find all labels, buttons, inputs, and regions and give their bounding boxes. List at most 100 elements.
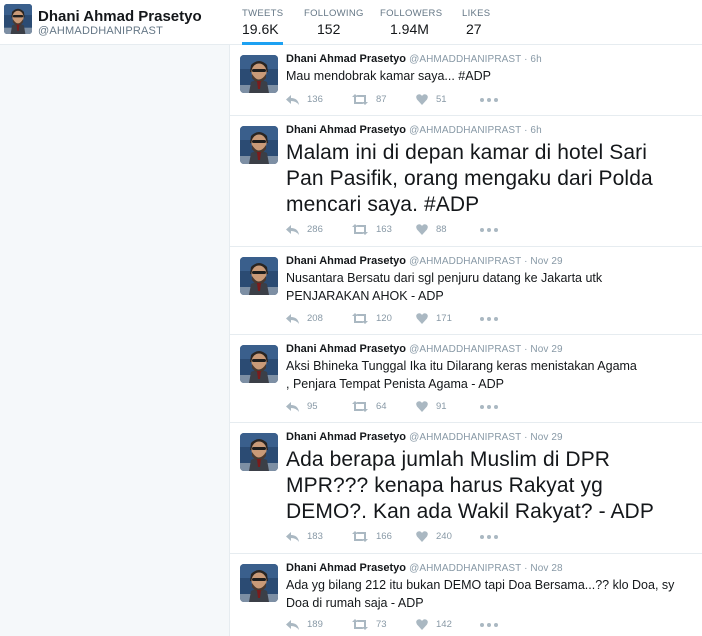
like-count: 142 xyxy=(436,619,452,630)
reply-button[interactable]: 189 xyxy=(286,619,323,630)
retweet-button[interactable]: 87 xyxy=(352,94,387,105)
like-button[interactable]: 171 xyxy=(416,313,452,324)
retweet-button[interactable]: 73 xyxy=(352,619,387,630)
profile-avatar[interactable] xyxy=(4,4,32,34)
stat-followers[interactable]: FOLLOWERS 1.94M xyxy=(380,8,442,37)
reply-count: 208 xyxy=(307,313,323,324)
tweet[interactable]: Dhani Ahmad Prasetyo @AHMADDHANIPRAST · … xyxy=(230,554,702,636)
heart-icon xyxy=(416,531,428,542)
like-button[interactable]: 91 xyxy=(416,401,447,412)
tweet-header: Dhani Ahmad Prasetyo @AHMADDHANIPRAST · … xyxy=(286,255,563,267)
tweet-author-name[interactable]: Dhani Ahmad Prasetyo xyxy=(286,124,406,136)
reply-icon xyxy=(286,401,299,412)
tweet-avatar[interactable] xyxy=(240,55,278,93)
more-options-icon[interactable] xyxy=(480,317,498,321)
stat-followers-value: 1.94M xyxy=(390,21,429,37)
reply-icon xyxy=(286,531,299,542)
like-button[interactable]: 240 xyxy=(416,531,452,542)
like-button[interactable]: 88 xyxy=(416,224,447,235)
more-options-icon[interactable] xyxy=(480,623,498,627)
tweet-author-name[interactable]: Dhani Ahmad Prasetyo xyxy=(286,431,406,443)
heart-icon xyxy=(416,401,428,412)
tweet-header: Dhani Ahmad Prasetyo @AHMADDHANIPRAST · … xyxy=(286,562,563,574)
like-count: 240 xyxy=(436,531,452,542)
heart-icon xyxy=(416,94,428,105)
retweet-button[interactable]: 120 xyxy=(352,313,392,324)
tweet-text: Ada yg bilang 212 itu bukan DEMO tapi Do… xyxy=(286,578,675,610)
retweet-icon xyxy=(352,224,368,235)
stat-following[interactable]: FOLLOWING 152 xyxy=(304,8,364,37)
stat-tweets[interactable]: TWEETS 19.6K xyxy=(242,8,284,45)
reply-count: 183 xyxy=(307,531,323,542)
tweet-meta: @AHMADDHANIPRAST · Nov 29 xyxy=(409,432,563,443)
reply-button[interactable]: 95 xyxy=(286,401,318,412)
tweet[interactable]: Dhani Ahmad Prasetyo @AHMADDHANIPRAST · … xyxy=(230,335,702,423)
tweet-author-name[interactable]: Dhani Ahmad Prasetyo xyxy=(286,255,406,267)
reply-button[interactable]: 183 xyxy=(286,531,323,542)
more-options-icon[interactable] xyxy=(480,535,498,539)
tweet[interactable]: Dhani Ahmad Prasetyo @AHMADDHANIPRAST · … xyxy=(230,116,702,247)
tweet-text: Malam ini di depan kamar di hotel Sari P… xyxy=(286,141,653,216)
tweet[interactable]: Dhani Ahmad Prasetyo @AHMADDHANIPRAST · … xyxy=(230,423,702,554)
retweet-button[interactable]: 163 xyxy=(352,224,392,235)
tweet-meta: @AHMADDHANIPRAST · 6h xyxy=(409,125,542,136)
like-count: 51 xyxy=(436,94,447,105)
retweet-button[interactable]: 166 xyxy=(352,531,392,542)
tweet-header: Dhani Ahmad Prasetyo @AHMADDHANIPRAST · … xyxy=(286,124,542,136)
stat-tweets-value: 19.6K xyxy=(242,21,279,37)
reply-button[interactable]: 208 xyxy=(286,313,323,324)
tweet-meta: @AHMADDHANIPRAST · Nov 29 xyxy=(409,256,563,267)
tweet[interactable]: Dhani Ahmad Prasetyo @AHMADDHANIPRAST · … xyxy=(230,45,702,116)
stat-likes-value: 27 xyxy=(466,21,482,37)
reply-count: 136 xyxy=(307,94,323,105)
tweet-text: Nusantara Bersatu dari sgl penjuru datan… xyxy=(286,271,603,303)
tweet-header: Dhani Ahmad Prasetyo @AHMADDHANIPRAST · … xyxy=(286,53,542,65)
tweet-text: Aksi Bhineka Tunggal Ika itu Dilarang ke… xyxy=(286,359,637,391)
tweet-author-name[interactable]: Dhani Ahmad Prasetyo xyxy=(286,562,406,574)
tweet-author-name[interactable]: Dhani Ahmad Prasetyo xyxy=(286,343,406,355)
retweet-count: 163 xyxy=(376,224,392,235)
reply-icon xyxy=(286,313,299,324)
tweet-meta: @AHMADDHANIPRAST · 6h xyxy=(409,54,542,65)
retweet-icon xyxy=(352,619,368,630)
stat-likes[interactable]: LIKES 27 xyxy=(462,8,490,37)
like-button[interactable]: 51 xyxy=(416,94,447,105)
tweet-avatar[interactable] xyxy=(240,433,278,471)
retweet-icon xyxy=(352,94,368,105)
profile-name[interactable]: Dhani Ahmad Prasetyo xyxy=(38,8,202,25)
tweet-meta: @AHMADDHANIPRAST · Nov 29 xyxy=(409,344,563,355)
tweet-text: Mau mendobrak kamar saya... #ADP xyxy=(286,69,491,83)
profile-handle: @AHMADDHANIPRAST xyxy=(38,25,163,37)
stat-following-label: FOLLOWING xyxy=(304,8,364,19)
retweet-count: 87 xyxy=(376,94,387,105)
tweet-avatar[interactable] xyxy=(240,564,278,602)
heart-icon xyxy=(416,224,428,235)
tweet-avatar[interactable] xyxy=(240,257,278,295)
more-options-icon[interactable] xyxy=(480,228,498,232)
tweet-author-name[interactable]: Dhani Ahmad Prasetyo xyxy=(286,53,406,65)
reply-icon xyxy=(286,94,299,105)
reply-count: 286 xyxy=(307,224,323,235)
reply-icon xyxy=(286,224,299,235)
like-count: 88 xyxy=(436,224,447,235)
reply-count: 95 xyxy=(307,401,318,412)
reply-button[interactable]: 286 xyxy=(286,224,323,235)
reply-count: 189 xyxy=(307,619,323,630)
reply-button[interactable]: 136 xyxy=(286,94,323,105)
retweet-count: 73 xyxy=(376,619,387,630)
tweet-header: Dhani Ahmad Prasetyo @AHMADDHANIPRAST · … xyxy=(286,343,563,355)
retweet-button[interactable]: 64 xyxy=(352,401,387,412)
retweet-count: 64 xyxy=(376,401,387,412)
more-options-icon[interactable] xyxy=(480,98,498,102)
tweet-avatar[interactable] xyxy=(240,345,278,383)
tweet-header: Dhani Ahmad Prasetyo @AHMADDHANIPRAST · … xyxy=(286,431,563,443)
tweet[interactable]: Dhani Ahmad Prasetyo @AHMADDHANIPRAST · … xyxy=(230,247,702,335)
tweet-avatar[interactable] xyxy=(240,126,278,164)
retweet-icon xyxy=(352,531,368,542)
more-options-icon[interactable] xyxy=(480,405,498,409)
like-button[interactable]: 142 xyxy=(416,619,452,630)
retweet-icon xyxy=(352,313,368,324)
profile-nav-bar: Dhani Ahmad Prasetyo @AHMADDHANIPRAST TW… xyxy=(0,0,702,45)
reply-icon xyxy=(286,619,299,630)
stat-following-value: 152 xyxy=(317,21,341,37)
